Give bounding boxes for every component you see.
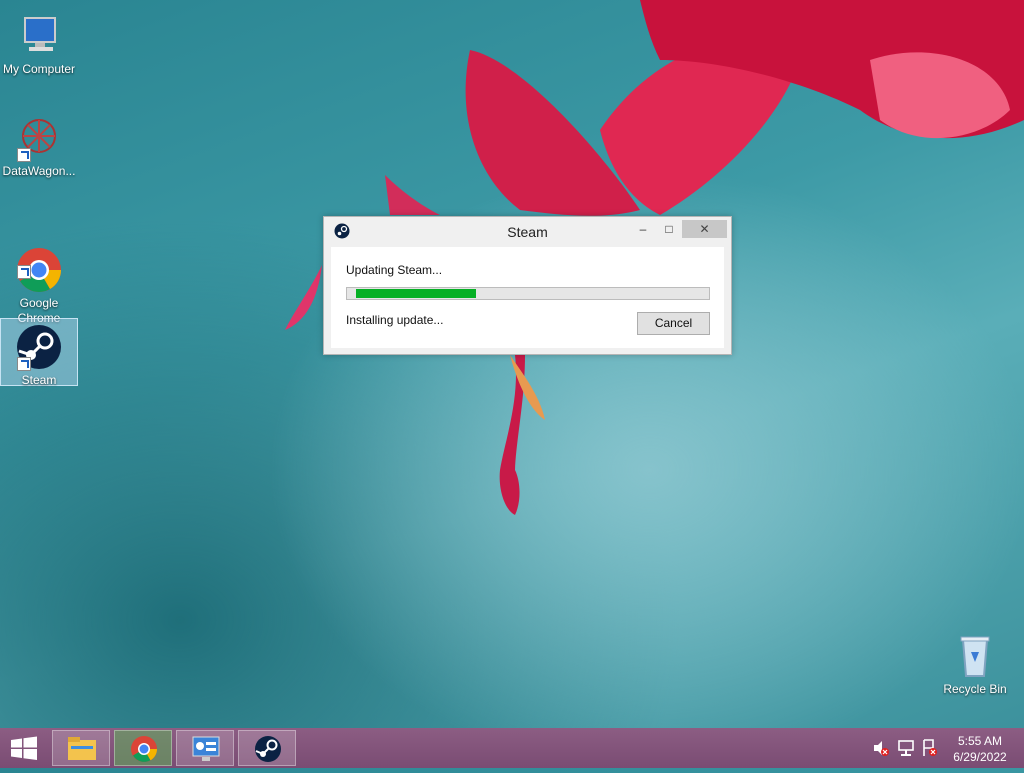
desktop-icon-datawagon[interactable]: DataWagon...: [0, 110, 78, 182]
taskbar: 5:55 AM 6/29/2022: [0, 728, 1024, 768]
desktop-icon-label: DataWagon...: [2, 164, 76, 178]
progress-bar: [346, 287, 710, 300]
dialog-titlebar[interactable]: Steam – □ ✕: [324, 217, 731, 247]
clock-date: 6/29/2022: [953, 750, 1007, 764]
cancel-button[interactable]: Cancel: [637, 312, 710, 335]
steam-icon: [15, 323, 63, 371]
desktop-icon-steam[interactable]: Steam: [0, 318, 78, 387]
windows-logo-icon: [11, 736, 37, 760]
progress-fill: [356, 289, 476, 298]
shortcut-arrow-icon: [17, 265, 31, 279]
status-text: Updating Steam...: [346, 263, 443, 277]
clock-time: 5:55 AM: [957, 734, 1003, 748]
desktop-icon-google-chrome[interactable]: Google Chrome: [0, 212, 78, 325]
taskbar-control-panel[interactable]: [176, 730, 234, 766]
action-center-icon[interactable]: [921, 728, 939, 768]
wallpaper-flower: [285, 0, 1024, 515]
taskbar-file-explorer[interactable]: [52, 730, 110, 766]
desktop-icon-recycle-bin[interactable]: Recycle Bin: [936, 628, 1014, 698]
taskbar-chrome[interactable]: [114, 730, 172, 766]
desktop-icon-label: My Computer: [2, 62, 76, 76]
chrome-icon: [15, 231, 63, 292]
control-panel-icon: [192, 736, 220, 761]
desktop-icon-my-computer[interactable]: My Computer: [0, 8, 78, 78]
maximize-button[interactable]: □: [658, 220, 680, 238]
desktop-icon-label: Recycle Bin: [943, 682, 1007, 696]
close-button[interactable]: ✕: [682, 220, 727, 238]
start-button[interactable]: [0, 728, 48, 768]
shortcut-arrow-icon: [17, 357, 31, 371]
recycle-bin-icon: [951, 632, 999, 680]
desktop-icon-label: Steam: [21, 373, 57, 387]
dialog-content: Updating Steam... Installing update... C…: [331, 247, 724, 348]
chrome-icon: [131, 736, 158, 762]
datawagon-icon: [15, 114, 63, 162]
computer-icon: [15, 12, 63, 60]
file-explorer-icon: [68, 737, 96, 760]
steam-update-dialog: Steam – □ ✕ Updating Steam... Installing…: [323, 216, 732, 355]
network-icon[interactable]: [896, 728, 916, 768]
shortcut-arrow-icon: [17, 148, 31, 162]
taskbar-steam[interactable]: [238, 730, 296, 766]
system-clock[interactable]: 5:55 AM 6/29/2022: [940, 733, 1020, 765]
steam-icon: [255, 736, 281, 762]
minimize-button[interactable]: –: [632, 220, 654, 238]
volume-muted-icon[interactable]: [872, 728, 890, 768]
detail-text: Installing update...: [346, 313, 444, 327]
